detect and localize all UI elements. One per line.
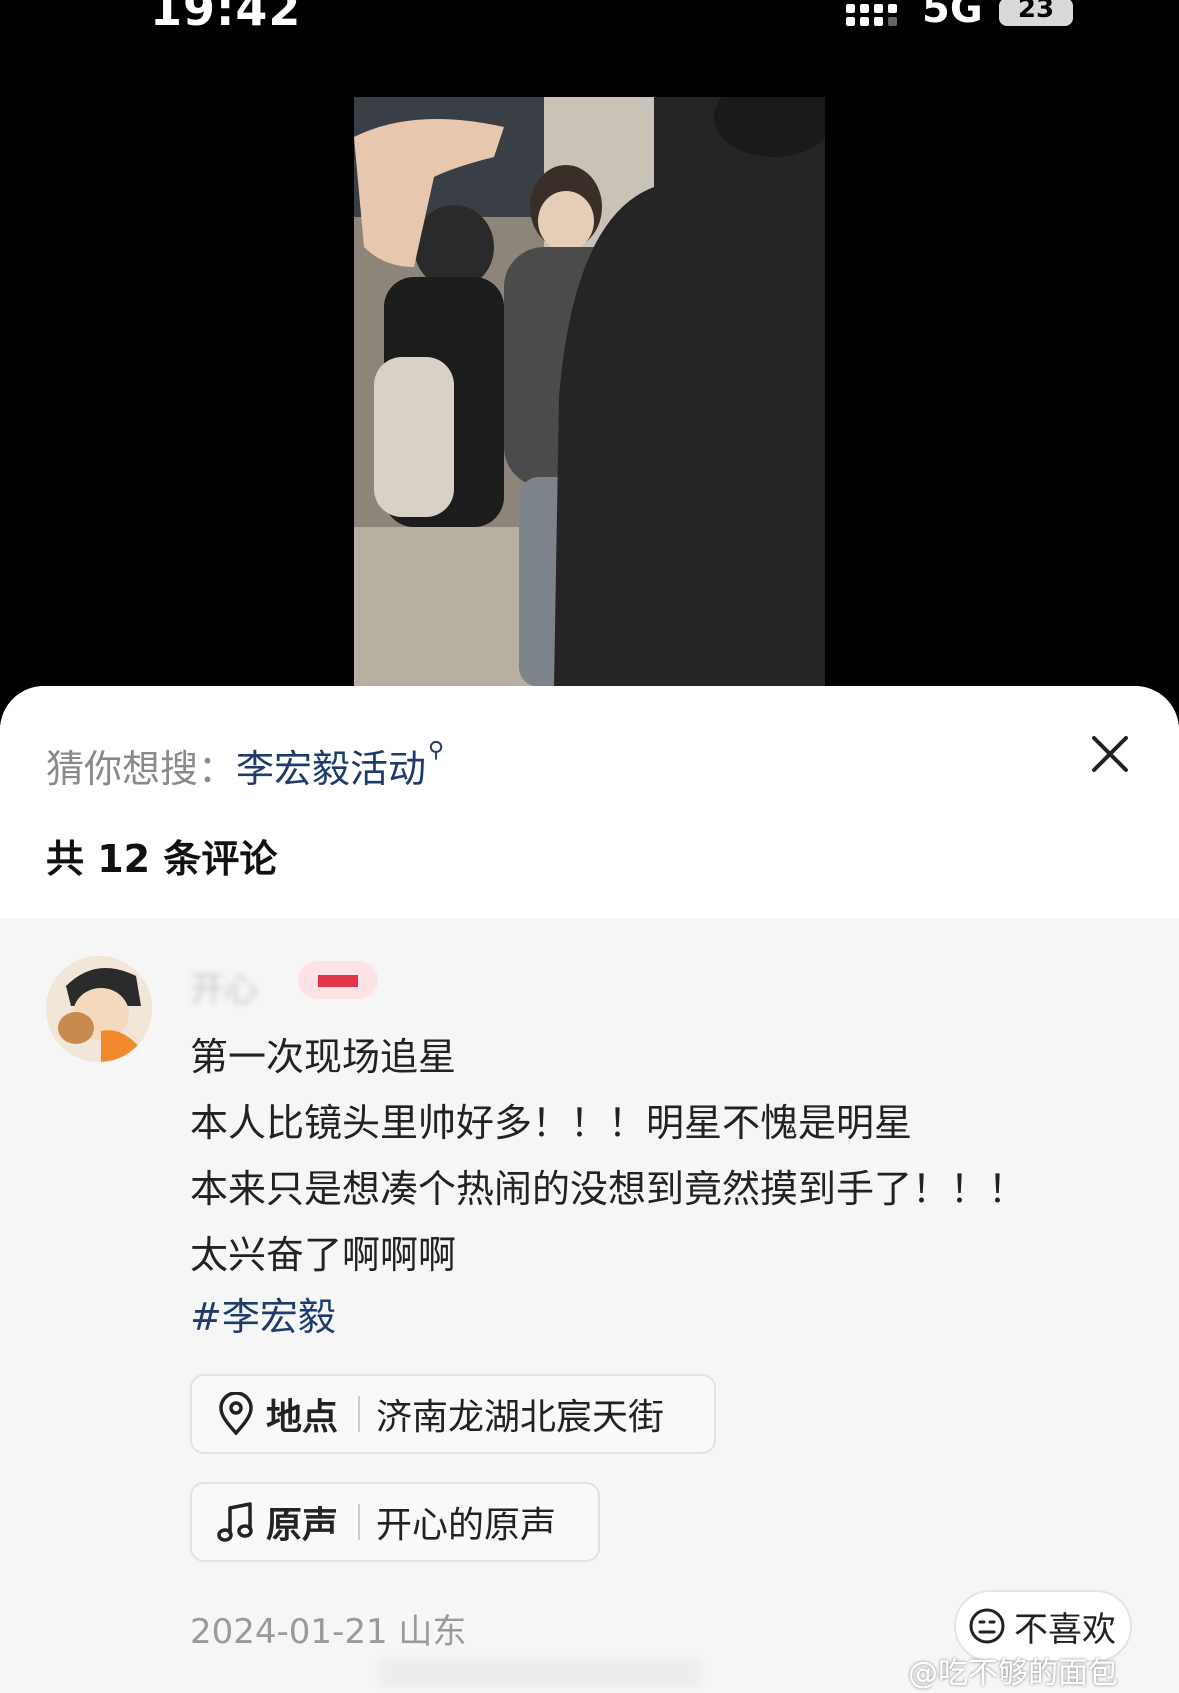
sheet-header: 猜你想搜：李宏毅活动⚲ 共 12 条评论 xyxy=(0,686,1179,918)
search-suggestion[interactable]: 猜你想搜：李宏毅活动⚲ xyxy=(46,738,444,793)
close-icon[interactable] xyxy=(1086,730,1134,778)
comment-region: 山东 xyxy=(398,1612,467,1652)
comment-username[interactable]: 开心 xyxy=(190,962,258,1011)
video-frame xyxy=(354,97,825,687)
network-type: 5G xyxy=(922,0,983,32)
music-chip[interactable]: 原声 开心的原声 xyxy=(190,1482,600,1562)
location-pin-icon xyxy=(219,1392,253,1436)
neutral-face-icon xyxy=(969,1608,1005,1644)
blurred-footer xyxy=(380,1658,700,1688)
status-time: 19:42 xyxy=(150,0,302,36)
user-badge xyxy=(298,961,378,999)
music-value: 开心的原声 xyxy=(376,1505,557,1546)
video-player[interactable] xyxy=(354,97,825,687)
comment-sheet: 猜你想搜：李宏毅活动⚲ 共 12 条评论 开心 第一次现场追星 本人比镜头里帅好… xyxy=(0,686,1179,1693)
location-value: 济南龙湖北宸天街 xyxy=(376,1397,665,1438)
location-chip[interactable]: 地点 济南龙湖北宸天街 xyxy=(190,1374,716,1454)
comment-line: 第一次现场追星 xyxy=(190,1035,457,1079)
battery-indicator: 23 xyxy=(999,0,1073,26)
avatar-image xyxy=(46,956,152,1062)
music-note-icon xyxy=(217,1502,253,1542)
signal-icon xyxy=(846,4,897,26)
status-bar: 19:42 5G 23 xyxy=(0,0,1179,40)
comment-count: 共 12 条评论 xyxy=(46,837,278,881)
dislike-label: 不喜欢 xyxy=(1014,1609,1116,1650)
search-icon: ⚲ xyxy=(428,738,445,763)
watermark: @吃不够的面包 xyxy=(908,1656,1118,1691)
comment-body: 第一次现场追星 本人比镜头里帅好多！！！明星不愧是明星 本来只是想凑个热闹的没想… xyxy=(190,1024,1026,1288)
suggest-prefix: 猜你想搜： xyxy=(46,747,237,791)
comment-meta: 2024-01-21 山东 xyxy=(190,1604,466,1653)
comment-line: 本来只是想凑个热闹的没想到竟然摸到手了！！！ xyxy=(190,1167,1027,1211)
location-label: 地点 xyxy=(266,1397,339,1438)
avatar[interactable] xyxy=(46,956,152,1062)
comment-date: 2024-01-21 xyxy=(190,1612,388,1652)
chip-divider xyxy=(358,1504,361,1540)
music-label: 原声 xyxy=(266,1505,339,1546)
suggest-keyword[interactable]: 李宏毅活动 xyxy=(236,747,426,791)
hashtag-link[interactable]: #李宏毅 xyxy=(190,1284,336,1350)
chip-divider xyxy=(358,1396,361,1432)
comment-line: 本人比镜头里帅好多！！！明星不愧是明星 xyxy=(190,1101,913,1145)
comment-line: 太兴奋了啊啊啊 xyxy=(190,1233,457,1277)
